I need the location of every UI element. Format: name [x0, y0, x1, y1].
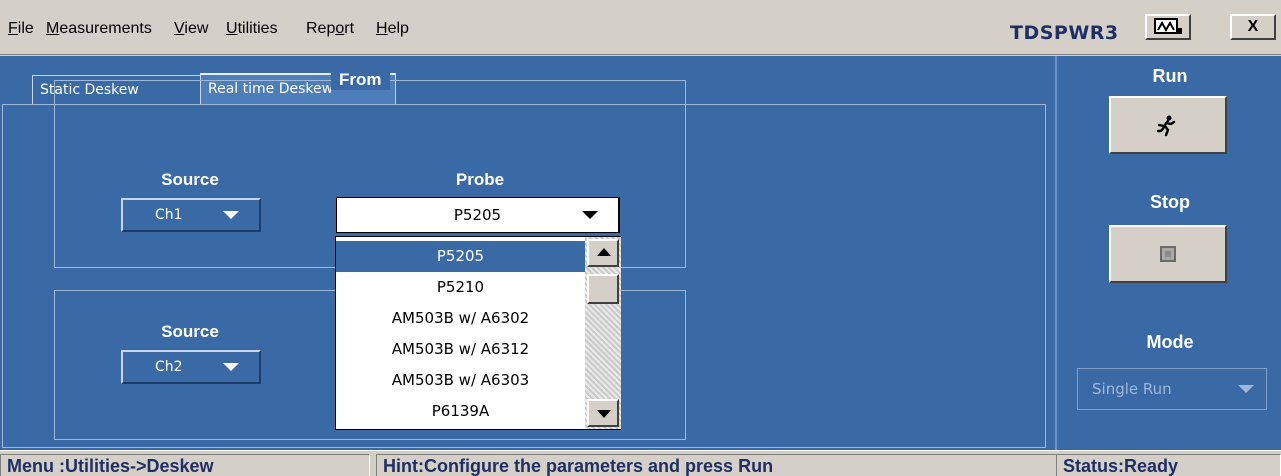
chevron-down-icon	[223, 211, 239, 219]
side-panel: Run Stop Mode Single Run	[1055, 56, 1281, 450]
close-button[interactable]: X	[1230, 14, 1276, 40]
probe-option[interactable]: AM503B w/ A6303	[336, 365, 585, 396]
scroll-down-button[interactable]	[587, 399, 619, 427]
menu-help[interactable]: Help	[376, 20, 409, 38]
arrow-up-icon	[597, 248, 611, 256]
chevron-down-icon	[582, 211, 598, 219]
run-label: Run	[1152, 66, 1188, 86]
minimize-button[interactable]	[1145, 14, 1191, 40]
from-group-title: From	[331, 70, 390, 90]
dropdown-scrollbar[interactable]	[585, 237, 621, 429]
minimize-icon	[1154, 18, 1182, 34]
probe-option[interactable]: P5205	[336, 241, 585, 272]
probe-dropdown-list[interactable]: P5205 P5210 AM503B w/ A6302 AM503B w/ A6…	[335, 236, 621, 430]
scroll-up-button[interactable]	[587, 239, 619, 267]
stop-icon	[1160, 246, 1176, 262]
from-source-value: Ch1	[155, 207, 183, 223]
menu-report[interactable]: Report	[306, 20, 354, 38]
running-man-icon	[1156, 115, 1176, 137]
app-title: TDSPWR3	[1010, 22, 1119, 44]
from-source-label: Source	[161, 170, 219, 189]
stop-button[interactable]	[1109, 225, 1227, 283]
to-source-value: Ch2	[155, 359, 183, 375]
to-source-select[interactable]: Ch2	[121, 350, 261, 384]
run-button[interactable]	[1109, 96, 1227, 154]
from-source-select[interactable]: Ch1	[121, 198, 261, 232]
chevron-down-icon	[223, 363, 239, 371]
menu-view[interactable]: View	[174, 20, 208, 38]
probe-select[interactable]: P5205	[336, 197, 620, 233]
chevron-down-icon	[1238, 385, 1254, 393]
stop-label: Stop	[1150, 192, 1190, 212]
menu-bar: File Measurements View Utilities Report …	[0, 0, 1281, 55]
scroll-thumb[interactable]	[587, 274, 619, 304]
mode-select[interactable]: Single Run	[1077, 368, 1267, 410]
probe-option[interactable]: P6139A	[336, 396, 585, 427]
menu-utilities[interactable]: Utilities	[226, 20, 278, 38]
probe-value: P5205	[453, 206, 502, 224]
status-state: Status:Ready	[1056, 454, 1281, 476]
to-source-label: Source	[161, 322, 219, 341]
probe-option[interactable]: AM503B w/ A6312	[336, 334, 585, 365]
mode-label: Mode	[1146, 332, 1194, 352]
probe-option[interactable]: AM503B w/ A6302	[336, 303, 585, 334]
status-menu-path: Menu :Utilities->Deskew	[0, 454, 370, 476]
status-bar: Menu :Utilities->Deskew Hint:Configure t…	[0, 450, 1281, 476]
probe-label: Probe	[455, 170, 505, 189]
arrow-down-icon	[597, 410, 611, 418]
mode-value: Single Run	[1092, 380, 1172, 398]
menu-file[interactable]: File	[8, 20, 34, 38]
probe-option[interactable]: P5210	[336, 272, 585, 303]
menu-measurements[interactable]: Measurements	[46, 20, 152, 38]
